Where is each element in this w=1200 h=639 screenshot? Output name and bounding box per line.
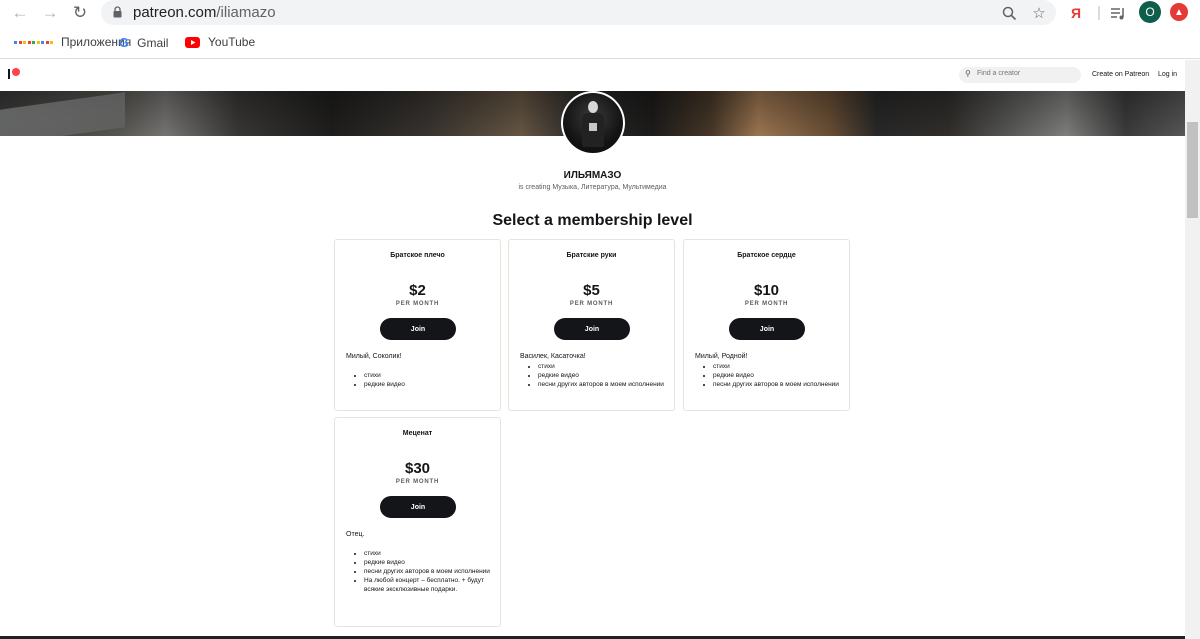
bookmark-label: YouTube <box>208 35 256 49</box>
zoom-icon[interactable] <box>1000 4 1018 22</box>
tier-price: $5 <box>583 282 600 299</box>
tier-card: Братское плечо $2 PER MONTH Join Милый, … <box>334 239 501 411</box>
benefit-item: песни других авторов в моем исполнении <box>364 567 492 576</box>
reload-icon[interactable]: ↻ <box>69 2 91 24</box>
bookmark-apps[interactable]: Приложения <box>14 35 131 49</box>
tier-description: Милый, Родной! <box>695 353 748 360</box>
create-on-patreon-link[interactable]: Create on Patreon <box>1092 71 1149 78</box>
benefit-item: редкие видео <box>364 558 492 567</box>
page-scrollbar[interactable] <box>1185 60 1200 639</box>
tier-name: Братское сердце <box>737 252 796 259</box>
tier-benefits: стихи редкие видео песни других авторов … <box>713 362 841 389</box>
tier-benefits: стихи редкие видео песни других авторов … <box>538 362 666 389</box>
benefit-item: стихи <box>538 362 666 371</box>
find-creator-search[interactable]: ⚲ Find a creator <box>959 67 1081 83</box>
tier-period: PER MONTH <box>395 301 440 307</box>
benefit-item: стихи <box>364 371 492 380</box>
creator-subtitle: is creating Музыка, Литература, Мультиме… <box>518 184 667 191</box>
join-button[interactable]: Join <box>554 318 630 340</box>
login-link[interactable]: Log in <box>1158 71 1177 78</box>
tier-period: PER MONTH <box>744 301 789 307</box>
creator-avatar <box>561 91 625 155</box>
apps-grid-icon <box>14 40 53 44</box>
benefit-item: редкие видео <box>538 371 666 380</box>
tier-price: $10 <box>753 282 780 299</box>
bookmark-star-icon[interactable]: ☆ <box>1030 4 1048 22</box>
patreon-logo-icon[interactable] <box>8 68 20 80</box>
tier-description: Василек, Касаточка! <box>520 353 586 360</box>
join-button[interactable]: Join <box>729 318 805 340</box>
tier-card: Братские руки $5 PER MONTH Join Василек,… <box>508 239 675 411</box>
benefit-item: песни других авторов в моем исполнении <box>713 380 841 389</box>
benefit-item: редкие видео <box>713 371 841 380</box>
toolbar-divider <box>1098 6 1100 20</box>
bookmark-youtube[interactable]: YouTube <box>185 35 255 49</box>
bookmark-label: Gmail <box>137 35 169 50</box>
google-icon: G <box>119 35 130 50</box>
tier-price: $30 <box>404 460 431 477</box>
tier-benefits: стихи редкие видео песни других авторов … <box>364 549 492 594</box>
benefit-item: стихи <box>713 362 841 371</box>
tier-card: Братское сердце $10 PER MONTH Join Милый… <box>683 239 850 411</box>
tier-period: PER MONTH <box>569 301 614 307</box>
back-arrow-icon[interactable]: ← <box>9 2 31 24</box>
bookmarks-bar: Приложения G Gmail YouTube <box>0 27 1200 59</box>
tier-name: Меценат <box>402 430 433 437</box>
address-bar[interactable]: patreon.com/iliamazo ☆ <box>101 0 1056 25</box>
url-path: /iliamazo <box>216 4 276 21</box>
benefit-item: песни других авторов в моем исполнении <box>538 380 666 389</box>
forward-arrow-icon[interactable]: → <box>39 2 61 24</box>
browser-toolbar: ← → ↻ patreon.com/iliamazo ☆ Я O ▲ <box>0 0 1200 27</box>
search-icon: ⚲ <box>965 69 971 78</box>
scrollbar-thumb[interactable] <box>1187 122 1198 218</box>
tier-name: Братские руки <box>566 252 617 259</box>
tier-card: Меценат $30 PER MONTH Join Отец. стихи р… <box>334 417 501 627</box>
tier-description: Милый, Соколик! <box>346 353 402 360</box>
search-placeholder: Find a creator <box>977 70 1021 77</box>
benefit-item: На любой концерт – бесплатно. + будут вс… <box>364 576 492 594</box>
profile-avatar[interactable]: O <box>1139 1 1161 23</box>
bookmark-gmail[interactable]: G Gmail <box>119 35 168 50</box>
tier-price: $2 <box>409 282 426 299</box>
benefit-item: редкие видео <box>364 380 492 389</box>
tier-name: Братское плечо <box>390 252 445 259</box>
benefit-item: стихи <box>364 549 492 558</box>
yandex-extension-icon[interactable]: Я <box>1071 4 1081 22</box>
extension-alert-icon[interactable]: ▲ <box>1170 3 1188 21</box>
patreon-header: ⚲ Find a creator Create on Patreon Log i… <box>0 60 1185 91</box>
youtube-icon <box>185 36 200 48</box>
tier-benefits: стихи редкие видео <box>364 371 492 389</box>
tier-description: Отец. <box>346 531 365 538</box>
join-button[interactable]: Join <box>380 318 456 340</box>
membership-title: Select a membership level <box>492 212 693 229</box>
creator-name: ИЛЬЯМАЗО <box>563 170 622 181</box>
tier-period: PER MONTH <box>395 479 440 485</box>
url-host: patreon.com <box>133 4 217 21</box>
url-text: patreon.com/iliamazo <box>133 4 276 21</box>
join-button[interactable]: Join <box>380 496 456 518</box>
media-playlist-icon[interactable] <box>1110 4 1126 22</box>
lock-icon <box>113 6 122 18</box>
